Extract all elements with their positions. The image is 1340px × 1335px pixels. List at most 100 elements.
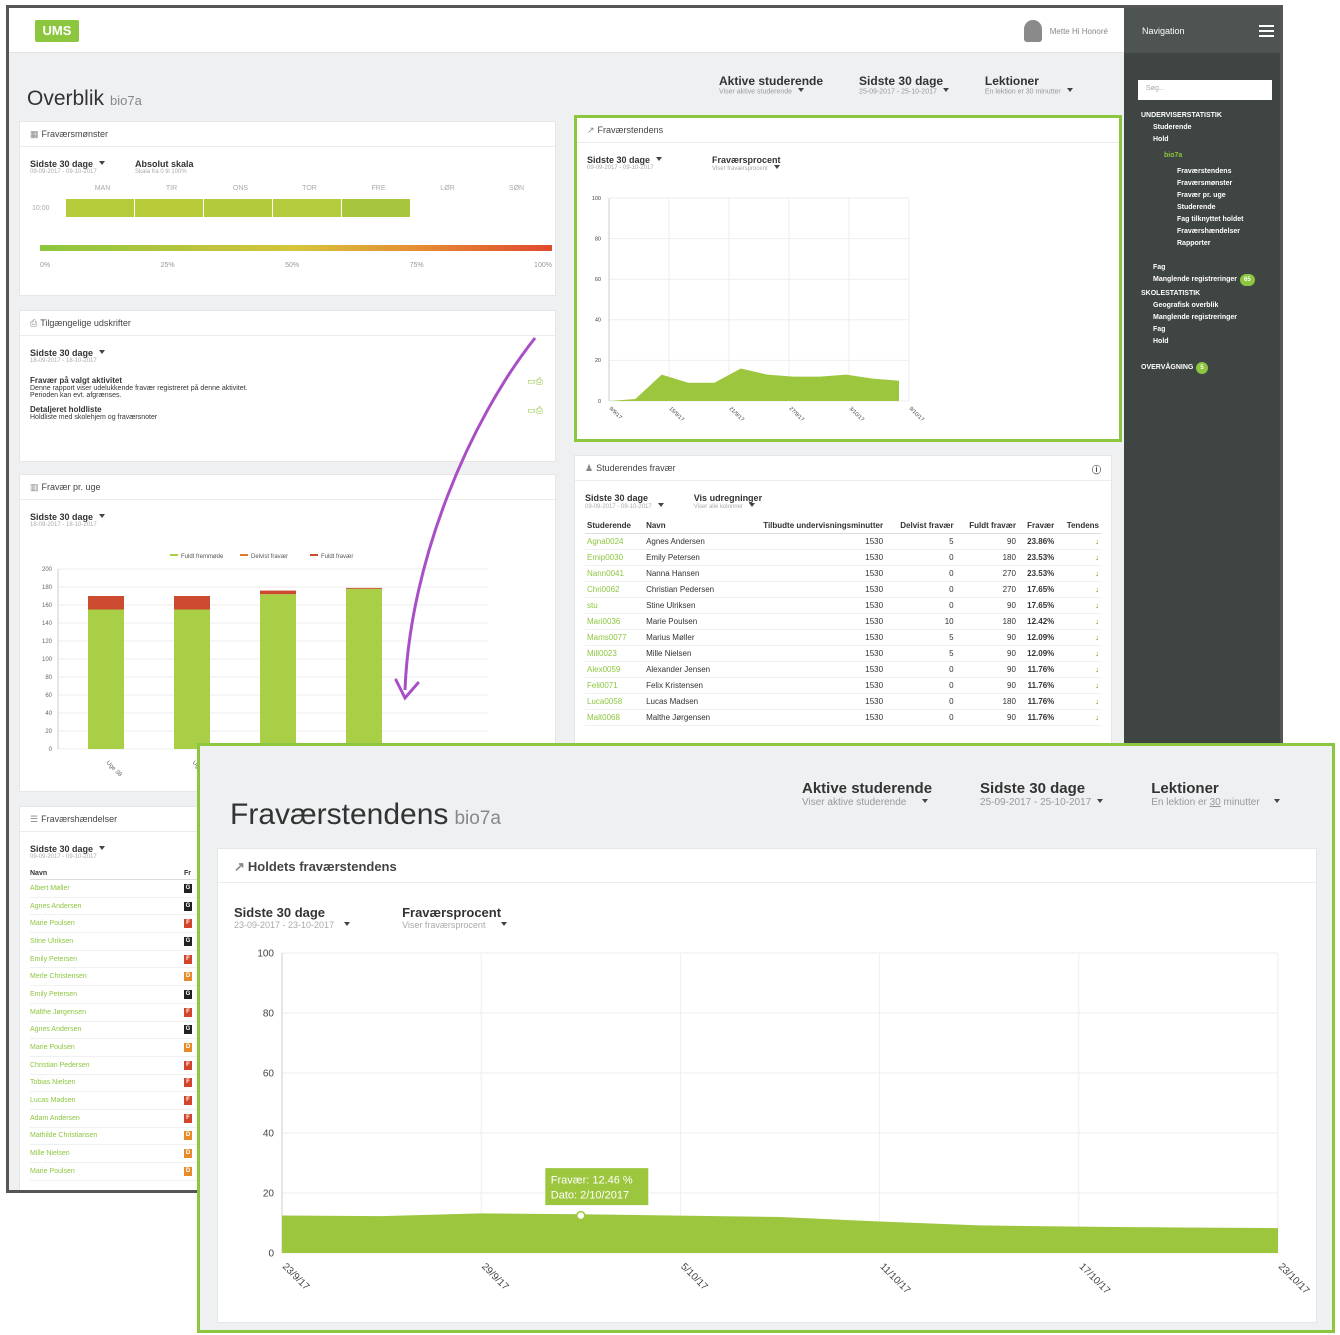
cell-id[interactable]: Alex0059 [585, 661, 645, 679]
cell-id[interactable]: Nann0041 [585, 565, 645, 583]
student-name-link[interactable]: Marie Poulsen [30, 1168, 184, 1175]
filter-lessons[interactable]: Lektioner En lektion er 30 minutter [1151, 780, 1280, 808]
nav-item[interactable]: Fravær pr. uge [1124, 190, 1280, 202]
column-header[interactable]: Fuldt fravær [955, 518, 1018, 535]
scale-select[interactable]: Absolut skala Skala fra 0 til 100% [135, 159, 194, 175]
cell-id[interactable]: Mari0036 [585, 613, 645, 631]
highlight-point[interactable] [576, 1210, 586, 1221]
bar-fuldt-fremmøde[interactable] [174, 609, 210, 750]
bar-fuldt-fravær[interactable] [346, 587, 382, 589]
table-row[interactable]: Feli0071 Felix Kristensen 1530 0 90 11.76% ↓ [585, 677, 1101, 695]
info-icon[interactable]: ⓘ [1092, 463, 1101, 476]
report-title[interactable]: Detaljeret holdliste [30, 405, 545, 414]
bar-fuldt-fremmøde[interactable] [346, 588, 382, 749]
report-title[interactable]: Fravær på valgt aktivitet [30, 376, 545, 385]
cell-id[interactable]: Malt0068 [585, 709, 645, 727]
print-icon[interactable]: ▭⎙ [527, 405, 543, 416]
heatmap-cell[interactable] [66, 199, 134, 217]
nav-item[interactable]: Manglende registreringer [1124, 312, 1280, 324]
nav-item[interactable]: bio7a [1124, 150, 1280, 162]
nav-item[interactable]: Rapporter [1124, 238, 1280, 250]
bar-fuldt-fravær[interactable] [260, 590, 296, 595]
measure-select[interactable]: Fraværsprocent Viser fraværsprocent [712, 155, 781, 172]
period-select[interactable]: Sidste 30 dage 09-09-2017 - 09-10-2017 [587, 155, 663, 172]
nav-item[interactable]: Hold [1124, 134, 1280, 146]
student-name-link[interactable]: Lucas Madsen [30, 1097, 184, 1104]
nav-item[interactable]: Fag [1124, 324, 1280, 336]
student-name-link[interactable]: Albert Møller [30, 885, 184, 892]
filter-active-students[interactable]: Aktive studerende Viser aktive studerend… [802, 780, 932, 808]
student-name-link[interactable]: Agnes Andersen [30, 903, 184, 910]
ums-logo[interactable]: UMS [35, 20, 79, 42]
student-name-link[interactable]: Malthe Jørgensen [30, 1009, 184, 1016]
heatmap-cell[interactable] [135, 199, 203, 217]
filter-period[interactable]: Sidste 30 dage 25-09-2017 - 25-10-2017 [980, 780, 1104, 808]
table-row[interactable]: Mams0077 Marius Møller 1530 5 90 12.09% ↓ [585, 629, 1101, 647]
table-row[interactable]: Luca0058 Lucas Madsen 1530 0 180 11.76% ↓ [585, 693, 1101, 711]
user-menu[interactable]: Mette Hi Honoré [1023, 20, 1108, 42]
filter-active-students[interactable]: Aktive studerende Viser aktive studerend… [719, 74, 823, 95]
student-name-link[interactable]: Stine Ulriksen [30, 938, 184, 945]
period-select[interactable]: Sidste 30 dage 18-09-2017 - 18-10-2017 [20, 500, 555, 528]
print-icon[interactable]: ▭⎙ [527, 376, 543, 387]
student-name-link[interactable]: Christian Pedersen [30, 1062, 184, 1069]
heatmap-cell[interactable] [204, 199, 272, 217]
nav-item[interactable]: OVERVÅGNING 5 [1124, 362, 1280, 374]
measure-select[interactable]: Fraværsprocent Viser fraværsprocent [402, 905, 508, 930]
table-row[interactable]: Mari0036 Marie Poulsen 1530 10 180 12.42% ↓ [585, 613, 1101, 631]
nav-item[interactable]: SKOLESTATISTIK [1124, 288, 1280, 300]
cell-id[interactable]: Agna0024 [585, 533, 645, 551]
nav-item[interactable]: Fraværshændelser [1124, 226, 1280, 238]
column-header[interactable]: Studerende [585, 518, 645, 535]
period-select[interactable]: Sidste 30 dage 09-09-2017 - 09-10-2017 [30, 159, 106, 175]
filter-period[interactable]: Sidste 30 dage 25-09-2017 - 25-10-2017 [859, 74, 949, 95]
column-header[interactable]: Tilbudte undervisningsminutter [732, 518, 886, 535]
student-name-link[interactable]: Emily Petersen [30, 991, 184, 998]
heatmap-cell[interactable] [273, 199, 341, 217]
area-series[interactable] [609, 368, 899, 401]
bar-fuldt-fremmøde[interactable] [88, 609, 124, 750]
table-row[interactable]: Malt0068 Malthe Jørgensen 1530 0 90 11.76% ↓ [585, 709, 1101, 727]
student-name-link[interactable]: Marie Poulsen [30, 1044, 184, 1051]
table-row[interactable]: Nann0041 Nanna Hansen 1530 0 270 23.53% ↓ [585, 565, 1101, 583]
search-input[interactable]: Søg... [1138, 80, 1272, 100]
column-header[interactable]: Delvist fravær [885, 518, 956, 535]
table-row[interactable]: Emip0030 Emily Petersen 1530 0 180 23.53% ↓ [585, 549, 1101, 567]
nav-item[interactable]: Manglende registreringer 65 [1124, 274, 1280, 286]
table-row[interactable]: Chri0062 Christian Pedersen 1530 0 270 17.65%… [585, 581, 1101, 599]
nav-item[interactable]: Fag tilknyttet holdet [1124, 214, 1280, 226]
student-name-link[interactable]: Tobias Nielsen [30, 1079, 184, 1086]
column-header[interactable]: Fravær [1017, 518, 1057, 535]
area-series[interactable] [282, 1213, 1278, 1253]
period-select[interactable]: Sidste 30 dage 23-09-2017 - 23-10-2017 [234, 905, 351, 930]
period-select[interactable]: Sidste 30 dage 18-09-2017 - 18-10-2017 [20, 336, 555, 364]
student-name-link[interactable]: Agnes Andersen [30, 1026, 184, 1033]
student-name-link[interactable]: Merle Christensen [30, 973, 184, 980]
nav-item[interactable]: Studerende [1124, 122, 1280, 134]
cell-id[interactable]: Emip0030 [585, 549, 645, 567]
bar-fuldt-fremmøde[interactable] [260, 594, 296, 749]
columns-select[interactable]: Vis udregninger Viser alle kolonner [694, 493, 762, 510]
nav-item[interactable]: Fag [1124, 262, 1280, 274]
bar-fuldt-fravær[interactable] [88, 596, 124, 610]
student-name-link[interactable]: Emily Petersen [30, 956, 184, 963]
student-name-link[interactable]: Adam Andersen [30, 1115, 184, 1122]
cell-id[interactable]: Luca0058 [585, 693, 645, 711]
table-row[interactable]: Alex0059 Alexander Jensen 1530 0 90 11.76% ↓ [585, 661, 1101, 679]
cell-id[interactable]: Chri0062 [585, 581, 645, 599]
filter-lessons[interactable]: Lektioner En lektion er 30 minutter [985, 74, 1073, 95]
nav-item[interactable]: UNDERVISERSTATISTIK [1124, 110, 1280, 122]
column-header[interactable]: Tendens [1056, 518, 1101, 535]
nav-item[interactable]: Studerende [1124, 202, 1280, 214]
table-row[interactable]: Agna0024 Agnes Andersen 1530 5 90 23.86% ↓ [585, 533, 1101, 551]
cell-id[interactable]: Feli0071 [585, 677, 645, 695]
column-header[interactable]: Navn [644, 518, 733, 535]
nav-item[interactable]: Geografisk overblik [1124, 300, 1280, 312]
student-name-link[interactable]: Mille Nielsen [30, 1150, 184, 1157]
table-row[interactable]: Mill0023 Mille Nielsen 1530 5 90 12.09% ↓ [585, 645, 1101, 663]
student-name-link[interactable]: Mathilde Christiansen [30, 1132, 184, 1139]
cell-id[interactable]: stu [585, 597, 645, 615]
bar-fuldt-fravær[interactable] [174, 596, 210, 610]
student-name-link[interactable]: Marie Poulsen [30, 920, 184, 927]
nav-item[interactable]: Hold [1124, 336, 1280, 348]
